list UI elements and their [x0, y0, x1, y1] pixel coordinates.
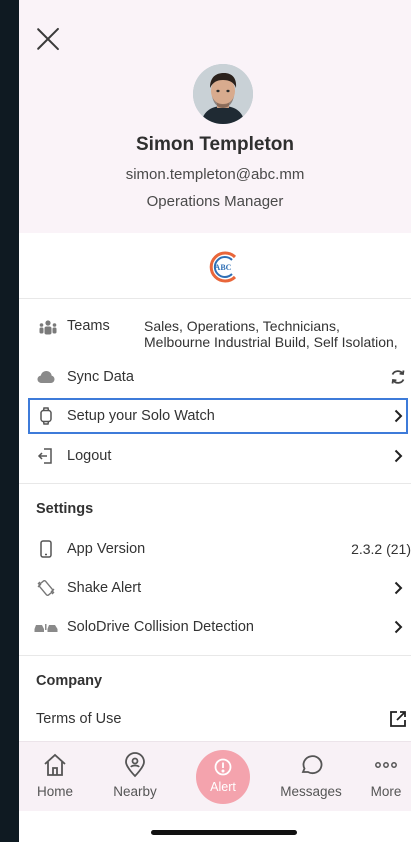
terms-of-use-label: Terms of Use	[36, 711, 122, 727]
divider	[19, 655, 411, 656]
app-version-row: App Version 2.3.2 (21)	[19, 530, 411, 568]
profile-header: Simon Templeton simon.templeton@abc.mm O…	[19, 0, 411, 233]
shake-alert-label: Shake Alert	[67, 580, 142, 596]
teams-row: Teams Sales, Operations, Technicians, Me…	[19, 312, 411, 356]
profile-email: simon.templeton@abc.mm	[125, 166, 305, 183]
solodrive-collision-label: SoloDrive Collision Detection	[67, 619, 254, 635]
home-icon	[42, 752, 68, 778]
car-collision-icon	[34, 617, 58, 637]
chat-bubble-icon	[298, 752, 324, 778]
tab-more-label: More	[370, 784, 402, 799]
setup-solo-watch-row[interactable]: Setup your Solo Watch	[19, 397, 411, 435]
sync-icon[interactable]	[389, 368, 407, 386]
chevron-right-icon	[391, 409, 405, 423]
logout-label: Logout	[67, 448, 112, 464]
tab-messages[interactable]: Messages	[276, 752, 346, 799]
chevron-right-icon	[391, 620, 405, 634]
app-version-value: 2.3.2 (21)	[351, 541, 411, 557]
tab-messages-label: Messages	[280, 784, 342, 799]
alert-label: Alert	[210, 780, 236, 794]
location-pin-icon	[122, 752, 148, 778]
avatar	[193, 64, 253, 124]
profile-name: Simon Templeton	[136, 134, 294, 155]
teams-icon	[38, 318, 58, 338]
home-indicator	[151, 830, 297, 835]
tab-home-label: Home	[36, 784, 73, 799]
company-section-title: Company	[36, 673, 103, 689]
chevron-right-icon	[391, 449, 405, 463]
settings-section-title: Settings	[36, 501, 94, 517]
tab-nearby[interactable]: Nearby	[100, 752, 170, 799]
alert-icon	[214, 758, 232, 776]
teams-label: Teams	[67, 318, 110, 334]
terms-of-use-row[interactable]: Terms of Use	[19, 700, 411, 738]
logo-text: ABC	[215, 263, 232, 272]
setup-solo-watch-label: Setup your Solo Watch	[67, 408, 215, 424]
close-icon[interactable]	[35, 26, 61, 52]
tab-more[interactable]: More	[356, 752, 411, 799]
app-screen: Simon Templeton simon.templeton@abc.mm O…	[19, 0, 411, 842]
alert-button[interactable]: Alert	[196, 750, 250, 804]
logout-row[interactable]: Logout	[19, 437, 411, 475]
tab-nearby-label: Nearby	[113, 784, 157, 799]
cloud-icon	[36, 367, 56, 387]
chevron-right-icon	[391, 581, 405, 595]
teams-value: Sales, Operations, Technicians, Melbourn…	[144, 318, 398, 350]
divider	[19, 483, 411, 484]
company-logo: ABC	[205, 249, 241, 285]
phone-icon	[36, 539, 56, 559]
shake-phone-icon	[36, 578, 56, 598]
logout-icon	[36, 446, 56, 466]
sync-data-row[interactable]: Sync Data	[19, 358, 411, 396]
sync-data-label: Sync Data	[67, 369, 134, 385]
watch-icon	[36, 406, 56, 426]
tab-home[interactable]: Home	[20, 752, 90, 799]
more-dots-icon	[373, 752, 399, 778]
divider	[19, 298, 411, 299]
external-link-icon	[389, 710, 407, 728]
app-version-label: App Version	[67, 541, 146, 557]
profile-role: Operations Manager	[146, 193, 284, 210]
solodrive-collision-row[interactable]: SoloDrive Collision Detection	[19, 608, 411, 646]
shake-alert-row[interactable]: Shake Alert	[19, 569, 411, 607]
